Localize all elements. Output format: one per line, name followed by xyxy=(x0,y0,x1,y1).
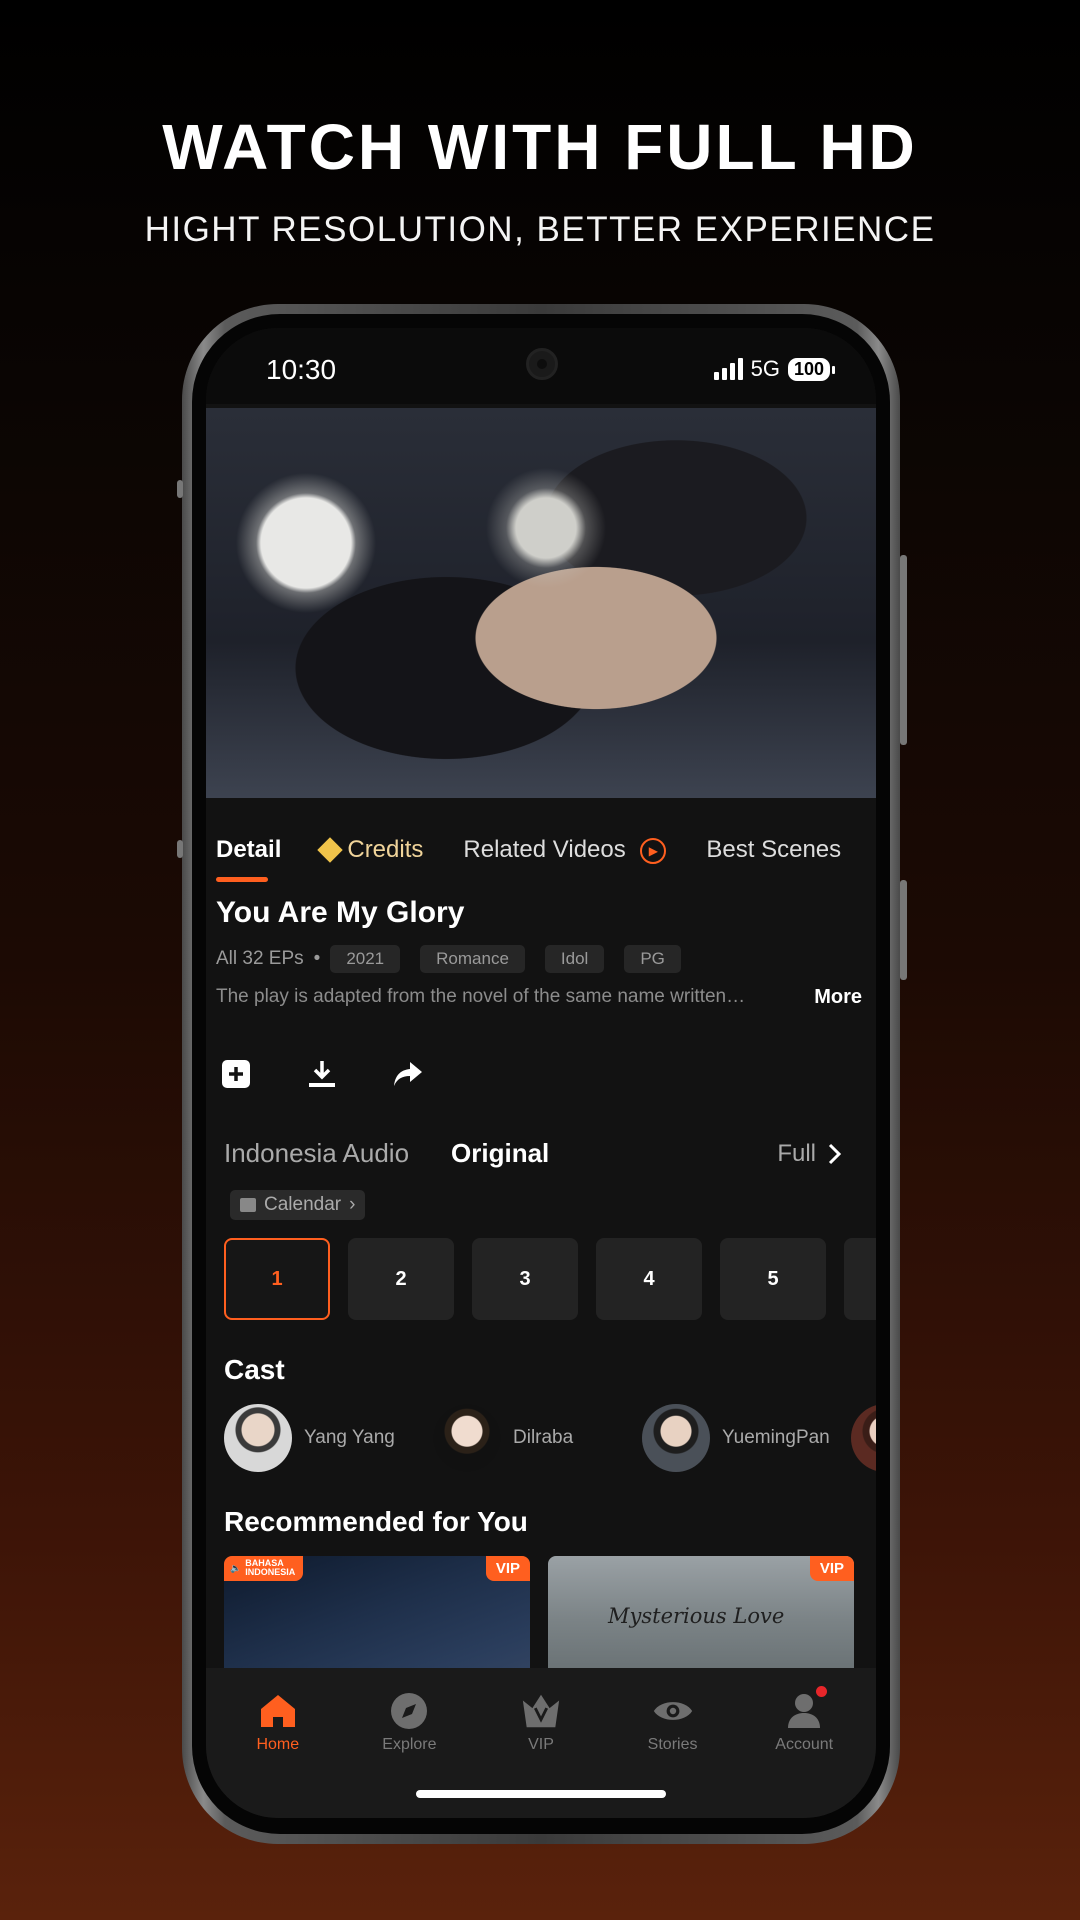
detail-tabs: Detail Credits Related Videos ▶ Best Sce… xyxy=(216,836,876,882)
full-list-button[interactable]: Full xyxy=(777,1140,842,1168)
cast-item[interactable]: Dilraba xyxy=(433,1404,642,1472)
poster-title: Mysterious Love xyxy=(608,1604,785,1628)
app-screen: 10:30 5G 100 Detail Credits Related Vide… xyxy=(206,328,876,1818)
phone-left-button xyxy=(177,480,183,498)
speaker-icon: 🔈 xyxy=(230,1562,242,1573)
cast-item[interactable]: YuemingPan xyxy=(642,1404,851,1472)
tab-credits-label: Credits xyxy=(347,836,424,863)
vip-badge: VIP xyxy=(485,1556,530,1581)
phone-left-button-2 xyxy=(177,840,183,858)
status-bar: 10:30 5G 100 xyxy=(206,328,876,404)
cast-name: YuemingPan xyxy=(722,1426,830,1448)
show-meta: All 32 EPs • 2021 Romance Idol PG xyxy=(216,945,681,973)
chevron-right-icon xyxy=(828,1143,842,1164)
crown-icon xyxy=(520,1690,562,1732)
promo-subheadline: HIGHT RESOLUTION, BETTER EXPERIENCE xyxy=(144,210,936,249)
audio-indonesia[interactable]: Indonesia Audio xyxy=(224,1138,409,1169)
show-description: The play is adapted from the novel of th… xyxy=(216,986,746,1007)
phone-power-button xyxy=(900,880,907,980)
nav-vip[interactable]: VIP xyxy=(486,1690,596,1754)
nav-vip-label: VIP xyxy=(528,1736,554,1753)
diamond-icon xyxy=(317,837,344,863)
show-title: You Are My Glory xyxy=(216,896,465,929)
recommended-title: Recommended for You xyxy=(224,1506,528,1537)
avatar xyxy=(433,1404,501,1472)
calendar-button[interactable]: Calendar › xyxy=(230,1190,366,1220)
cast-item[interactable] xyxy=(851,1404,876,1472)
avatar xyxy=(224,1404,292,1472)
cast-name: Yang Yang xyxy=(304,1426,395,1448)
bottom-navigation: Home Explore VIP Stories Account xyxy=(206,1668,876,1818)
cast-title: Cast xyxy=(224,1354,285,1385)
home-indicator[interactable] xyxy=(416,1790,666,1798)
audio-original[interactable]: Original xyxy=(451,1138,549,1169)
cast-item[interactable]: Yang Yang xyxy=(224,1404,433,1472)
episode-button-4[interactable]: 4 xyxy=(596,1238,702,1320)
avatar xyxy=(642,1404,710,1472)
episode-button-3[interactable]: 3 xyxy=(472,1238,578,1320)
chevron-right-small-icon: › xyxy=(349,1194,356,1215)
status-time: 10:30 xyxy=(266,354,337,385)
calendar-icon xyxy=(240,1198,256,1212)
tab-related-videos[interactable]: Related Videos ▶ xyxy=(463,836,667,864)
tab-related-label: Related Videos xyxy=(463,836,626,863)
signal-icon xyxy=(713,358,743,380)
action-bar xyxy=(220,1058,424,1090)
episode-button-6[interactable] xyxy=(844,1238,876,1320)
audio-selector: Indonesia Audio Original Full xyxy=(224,1138,842,1169)
episode-button-5[interactable]: 5 xyxy=(720,1238,826,1320)
video-player[interactable] xyxy=(206,408,876,798)
nav-account[interactable]: Account xyxy=(749,1686,859,1754)
nav-explore[interactable]: Explore xyxy=(354,1690,464,1754)
language-badge: 🔈 BAHASA INDONESIA xyxy=(224,1556,304,1581)
tag-year: 2021 xyxy=(330,945,401,973)
play-circle-icon: ▶ xyxy=(640,837,667,864)
network-type: 5G xyxy=(750,356,780,381)
eye-icon xyxy=(652,1690,694,1732)
language-badge-label: BAHASA INDONESIA xyxy=(245,1558,296,1578)
avatar xyxy=(851,1404,876,1472)
nav-home[interactable]: Home xyxy=(223,1690,333,1754)
full-label: Full xyxy=(777,1139,816,1167)
promo-headline: WATCH WITH FULL HD xyxy=(162,111,918,183)
notification-dot xyxy=(816,1686,828,1697)
tab-best-scenes[interactable]: Best Scenes xyxy=(706,836,841,864)
share-icon[interactable] xyxy=(392,1058,424,1090)
add-to-list-icon[interactable] xyxy=(220,1058,252,1090)
calendar-label: Calendar xyxy=(264,1194,342,1215)
nav-account-label: Account xyxy=(775,1736,834,1753)
episode-button-2[interactable]: 2 xyxy=(348,1238,454,1320)
nav-explore-label: Explore xyxy=(382,1736,437,1753)
episode-button-1[interactable]: 1 xyxy=(224,1238,330,1320)
status-icons: 5G 100 xyxy=(713,356,836,382)
home-icon xyxy=(257,1690,299,1732)
nav-home-label: Home xyxy=(256,1736,300,1753)
episode-grid: 1 2 3 4 5 xyxy=(224,1238,876,1320)
episode-count: All 32 EPs xyxy=(216,948,304,969)
user-icon xyxy=(783,1686,828,1732)
tab-credits[interactable]: Credits xyxy=(317,836,424,864)
more-button[interactable]: More xyxy=(814,986,862,1009)
nav-stories[interactable]: Stories xyxy=(618,1690,728,1754)
compass-icon xyxy=(388,1690,430,1732)
tag-genre: Romance xyxy=(420,945,525,973)
tag-category: Idol xyxy=(544,945,605,973)
tag-rating: PG xyxy=(624,945,681,973)
vip-badge: VIP xyxy=(809,1556,854,1581)
front-camera xyxy=(526,348,558,380)
tab-detail[interactable]: Detail xyxy=(216,836,281,882)
cast-name: Dilraba xyxy=(513,1426,574,1448)
nav-stories-label: Stories xyxy=(647,1736,698,1753)
battery-icon: 100 xyxy=(787,357,836,381)
phone-volume-button xyxy=(900,555,907,745)
cast-list: Yang Yang Dilraba YuemingPan xyxy=(224,1404,876,1472)
download-icon[interactable] xyxy=(306,1058,338,1090)
